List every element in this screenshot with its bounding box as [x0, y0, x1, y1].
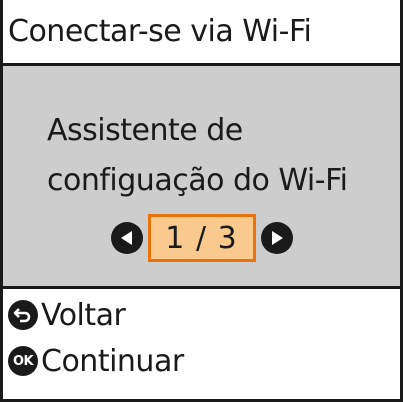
back-label: Voltar [41, 297, 126, 333]
triangle-left-icon [120, 231, 132, 245]
message-line-2: configuação do Wi-Fi [47, 163, 348, 198]
screen-header: Conectar-se via Wi-Fi [3, 0, 400, 66]
message-text: Assistente de configuação do Wi-Fi [47, 106, 348, 206]
back-action[interactable]: Voltar [8, 292, 400, 338]
next-page-button[interactable] [260, 222, 293, 254]
back-arrow-icon [8, 300, 38, 330]
ok-icon-text: OK [12, 353, 34, 369]
page-counter: 1 / 3 [147, 214, 256, 262]
continue-label: Continuar [41, 343, 184, 379]
ok-button-icon: OK [8, 346, 38, 376]
page-separator: / [195, 220, 208, 256]
screen-title: Conectar-se via Wi-Fi [8, 14, 312, 49]
button-guide: Voltar OK Continuar [8, 292, 400, 384]
triangle-right-icon [271, 231, 283, 245]
continue-action[interactable]: OK Continuar [8, 338, 400, 384]
previous-page-button[interactable] [110, 222, 143, 254]
page-total: 3 [217, 220, 238, 256]
printer-lcd-screen: Conectar-se via Wi-Fi Assistente de conf… [0, 0, 403, 402]
content-panel: Assistente de configuação do Wi-Fi 1 / 3 [3, 66, 400, 289]
message-line-1: Assistente de [47, 113, 243, 148]
page-indicator: 1 / 3 [3, 214, 400, 262]
page-current: 1 [165, 220, 186, 256]
